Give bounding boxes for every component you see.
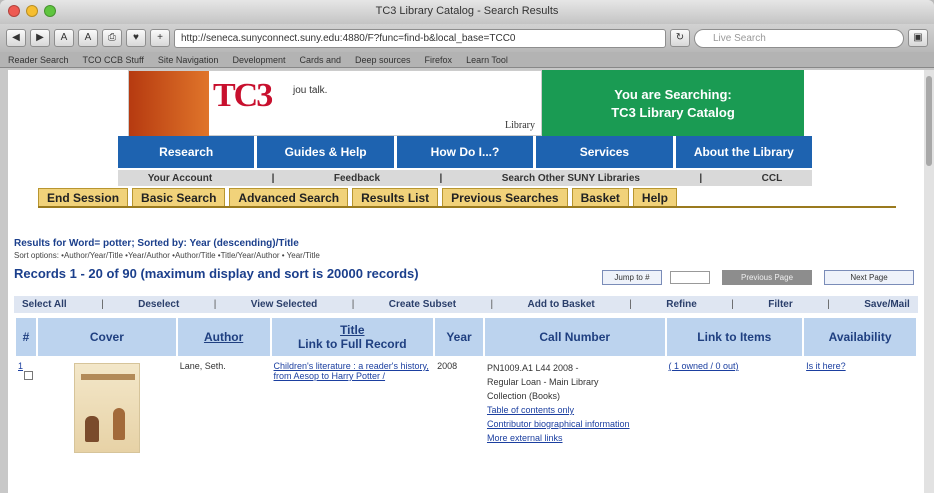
browser-window: TC3 Library Catalog - Search Results ◀ ▶… xyxy=(0,0,934,493)
your-account-link[interactable]: Your Account xyxy=(148,173,212,184)
tab-results-list[interactable]: Results List xyxy=(352,188,439,206)
collection: Collection (Books) xyxy=(486,391,561,401)
toc-link[interactable]: Table of contents only xyxy=(487,405,574,415)
sort-options[interactable]: Sort options: •Author/Year/Title •Year/A… xyxy=(14,251,320,260)
availability-link[interactable]: Is it here? xyxy=(806,361,846,371)
record-number-link[interactable]: 1 xyxy=(18,361,23,371)
next-page-button[interactable]: Next Page xyxy=(824,270,914,285)
search-field[interactable]: Live Search xyxy=(694,28,904,48)
tc3-logo[interactable]: TC3 jou talk. Library xyxy=(128,70,542,137)
nav-about-library[interactable]: About the Library xyxy=(675,136,813,168)
bookmark-item[interactable]: Reader Search xyxy=(8,55,69,65)
bookmark-item[interactable]: Site Navigation xyxy=(158,55,219,65)
jump-button[interactable]: Jump to # xyxy=(602,270,662,285)
minimize-icon[interactable] xyxy=(26,5,38,17)
add-bookmark-icon[interactable]: + xyxy=(150,29,170,47)
record-title-link[interactable]: Children's literature : a reader's histo… xyxy=(274,361,429,381)
create-subset-link[interactable]: Create Subset xyxy=(389,299,456,310)
tab-end-session[interactable]: End Session xyxy=(38,188,129,206)
deselect-link[interactable]: Deselect xyxy=(138,299,179,310)
results-table: # Cover Author Title Link to Full Record … xyxy=(14,316,918,477)
web-page: TC3 jou talk. Library You are Searching:… xyxy=(8,70,924,493)
col-availability: Availability xyxy=(802,316,918,358)
zoom-icon[interactable] xyxy=(44,5,56,17)
col-year[interactable]: Year xyxy=(433,316,485,358)
back-icon[interactable]: ◀ xyxy=(6,29,26,47)
tab-basic-search[interactable]: Basic Search xyxy=(132,188,226,206)
record-year: 2008 xyxy=(437,361,458,371)
col-author[interactable]: Author xyxy=(175,316,272,358)
record-author: Lane, Seth. xyxy=(179,361,226,371)
browser-toolbar: ◀ ▶ A A ⎙ ♥ + http://seneca.sunyconnect.… xyxy=(0,24,934,52)
save-mail-link[interactable]: Save/Mail xyxy=(864,299,910,310)
tab-advanced-search[interactable]: Advanced Search xyxy=(229,188,349,206)
ccl-link[interactable]: CCL xyxy=(762,173,783,184)
col-title[interactable]: Title Link to Full Record xyxy=(269,316,436,358)
previous-page-button[interactable]: Previous Page xyxy=(722,270,812,285)
close-icon[interactable] xyxy=(8,5,20,17)
tab-previous-searches[interactable]: Previous Searches xyxy=(442,188,568,206)
tab-basket[interactable]: Basket xyxy=(571,188,629,206)
col-link-items: Link to Items xyxy=(664,316,805,358)
searching-banner: You are Searching: TC3 Library Catalog xyxy=(542,70,804,136)
items-link[interactable]: ( 1 owned / 0 out) xyxy=(669,361,739,371)
page-menu-icon[interactable]: ▣ xyxy=(908,29,928,47)
loan-type: Regular Loan - Main Library xyxy=(486,377,599,387)
print-icon[interactable]: ⎙ xyxy=(102,29,122,47)
refine-link[interactable]: Refine xyxy=(666,299,697,310)
catalog-tabs: End Session Basic Search Advanced Search… xyxy=(38,188,896,208)
col-number: # xyxy=(14,316,38,358)
records-count: Records 1 - 20 of 90 (maximum display an… xyxy=(14,266,419,281)
library-banner: TC3 jou talk. Library You are Searching:… xyxy=(128,70,804,137)
table-header-row: # Cover Author Title Link to Full Record … xyxy=(14,316,918,358)
select-all-link[interactable]: Select All xyxy=(22,299,67,310)
search-suny-link[interactable]: Search Other SUNY Libraries xyxy=(502,173,640,184)
title-bar: TC3 Library Catalog - Search Results xyxy=(0,0,934,24)
bookmark-item[interactable]: TCO CCB Stuff xyxy=(83,55,144,65)
book-cover-image[interactable] xyxy=(73,363,140,453)
filter-link[interactable]: Filter xyxy=(768,299,792,310)
nav-how-do-i[interactable]: How Do I...? xyxy=(396,136,534,168)
record-checkbox[interactable] xyxy=(24,371,33,380)
bookmark-item[interactable]: Deep sources xyxy=(355,55,411,65)
window-title: TC3 Library Catalog - Search Results xyxy=(375,5,559,17)
jump-input[interactable] xyxy=(670,271,710,284)
text-larger-icon[interactable]: A xyxy=(78,29,98,47)
table-row: 1 Lane, Seth. Children's literature : a … xyxy=(15,357,917,477)
vertical-scrollbar[interactable] xyxy=(924,70,934,493)
col-cover: Cover xyxy=(35,316,178,358)
sub-nav: Your Account | Feedback | Search Other S… xyxy=(118,170,812,186)
nav-services[interactable]: Services xyxy=(536,136,673,168)
bookmarks-bar: Reader Search TCO CCB Stuff Site Navigat… xyxy=(0,52,934,68)
call-number: PN1009.A1 L44 2008 - xyxy=(486,363,579,373)
reload-icon[interactable]: ↻ xyxy=(670,29,690,47)
bookmark-item[interactable]: Firefox xyxy=(425,55,453,65)
bookmark-item[interactable]: Learn Tool xyxy=(466,55,508,65)
feedback-link[interactable]: Feedback xyxy=(334,173,380,184)
main-nav: Research Guides & Help How Do I...? Serv… xyxy=(118,136,813,168)
tab-help[interactable]: Help xyxy=(632,188,677,206)
text-smaller-icon[interactable]: A xyxy=(54,29,74,47)
external-links[interactable]: More external links xyxy=(487,433,563,443)
view-selected-link[interactable]: View Selected xyxy=(251,299,318,310)
nav-guides-help[interactable]: Guides & Help xyxy=(257,136,394,168)
bookmark-item[interactable]: Cards and xyxy=(299,55,341,65)
forward-icon[interactable]: ▶ xyxy=(30,29,50,47)
add-to-basket-link[interactable]: Add to Basket xyxy=(528,299,595,310)
url-field[interactable]: http://seneca.sunyconnect.suny.edu:4880/… xyxy=(174,28,666,48)
bio-link[interactable]: Contributor biographical information xyxy=(487,419,630,429)
nav-research[interactable]: Research xyxy=(118,136,255,168)
col-call-number: Call Number xyxy=(482,316,667,358)
bookmark-item[interactable]: Development xyxy=(232,55,285,65)
bookmark-icon[interactable]: ♥ xyxy=(126,29,146,47)
action-bar: Select All | Deselect | View Selected | Cre… xyxy=(14,296,918,313)
results-info: Results for Word= potter; Sorted by: Yea… xyxy=(14,238,299,249)
